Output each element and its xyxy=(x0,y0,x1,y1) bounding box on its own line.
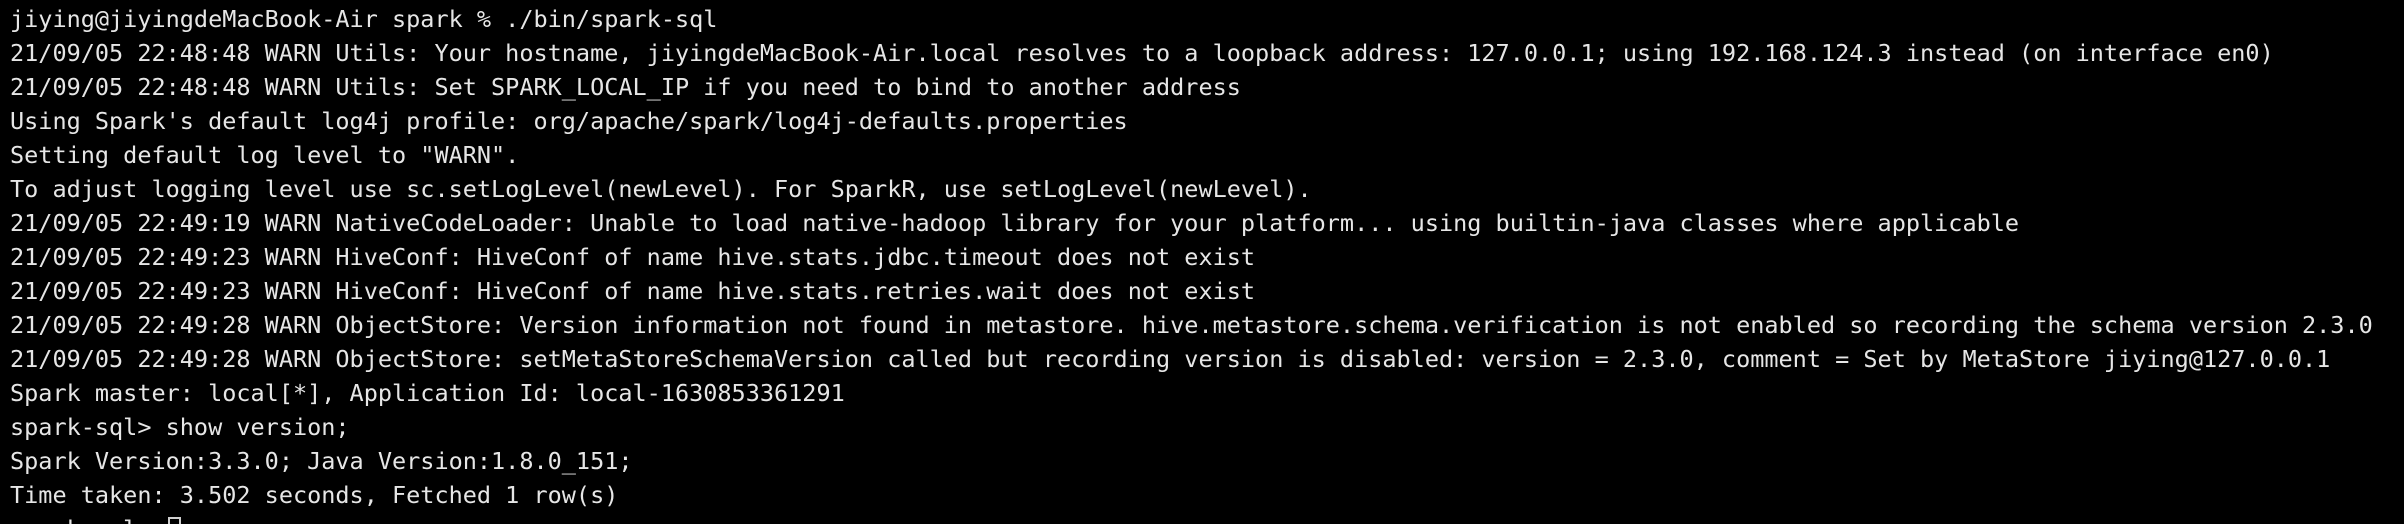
terminal-line-adjust-logging: To adjust logging level use sc.setLogLev… xyxy=(10,175,1312,203)
terminal-line-warn-objectstore-schema: 21/09/05 22:49:28 WARN ObjectStore: setM… xyxy=(10,345,2331,373)
terminal-window[interactable]: jiying@jiyingdeMacBook-Air spark % ./bin… xyxy=(0,0,2404,524)
terminal-line-warn-local-ip: 21/09/05 22:48:48 WARN Utils: Set SPARK_… xyxy=(10,73,1241,101)
terminal-line-spark-version-output: Spark Version:3.3.0; Java Version:1.8.0_… xyxy=(10,447,633,475)
terminal-line-spark-master: Spark master: local[*], Application Id: … xyxy=(10,379,845,407)
terminal-line-warn-hiveconf-retries: 21/09/05 22:49:23 WARN HiveConf: HiveCon… xyxy=(10,277,1256,305)
terminal-line-time-taken: Time taken: 3.502 seconds, Fetched 1 row… xyxy=(10,481,619,509)
terminal-line-sql-command: spark-sql> show version; xyxy=(10,413,350,441)
terminal-line-log-level: Setting default log level to "WARN". xyxy=(10,141,520,169)
spark-sql-prompt: spark-sql> xyxy=(10,515,166,524)
terminal-line-warn-objectstore-version: 21/09/05 22:49:28 WARN ObjectStore: Vers… xyxy=(10,311,2373,339)
terminal-line-shell-command: jiying@jiyingdeMacBook-Air spark % ./bin… xyxy=(10,5,718,33)
terminal-current-prompt-line[interactable]: spark-sql> xyxy=(10,512,2404,524)
terminal-line-log4j-profile: Using Spark's default log4j profile: org… xyxy=(10,107,1128,135)
terminal-line-warn-hiveconf-timeout: 21/09/05 22:49:23 WARN HiveConf: HiveCon… xyxy=(10,243,1256,271)
text-cursor xyxy=(167,517,181,524)
terminal-line-warn-hostname: 21/09/05 22:48:48 WARN Utils: Your hostn… xyxy=(10,39,2274,67)
terminal-line-warn-native-loader: 21/09/05 22:49:19 WARN NativeCodeLoader:… xyxy=(10,209,2020,237)
